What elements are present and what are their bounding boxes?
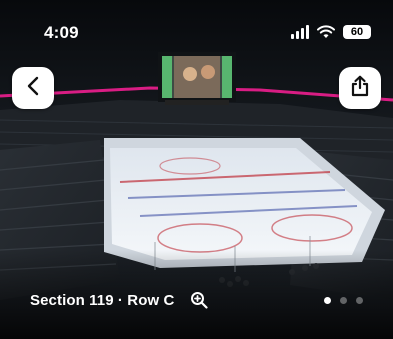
page-dot[interactable] xyxy=(356,297,363,304)
battery-indicator: 60 xyxy=(343,25,371,39)
seat-location-label: Section 119 · Row C xyxy=(30,291,175,309)
arena-illustration xyxy=(0,0,393,339)
page-dot[interactable] xyxy=(340,297,347,304)
seat-view-screen: 4:09 60 Section 119 · Row C xyxy=(0,0,393,339)
status-time: 4:09 xyxy=(44,23,79,42)
share-button[interactable] xyxy=(339,67,381,109)
seat-view-photo[interactable] xyxy=(0,0,393,339)
status-icons: 60 xyxy=(291,25,371,39)
chevron-left-icon xyxy=(26,76,40,101)
back-button[interactable] xyxy=(12,67,54,109)
cellular-signal-icon xyxy=(291,25,309,39)
seat-caption: Section 119 · Row C xyxy=(30,291,209,309)
zoom-in-icon[interactable] xyxy=(190,291,209,309)
share-icon xyxy=(350,75,370,102)
wifi-icon xyxy=(317,25,335,39)
photo-pagination xyxy=(324,297,363,304)
page-dot-active[interactable] xyxy=(324,297,331,304)
